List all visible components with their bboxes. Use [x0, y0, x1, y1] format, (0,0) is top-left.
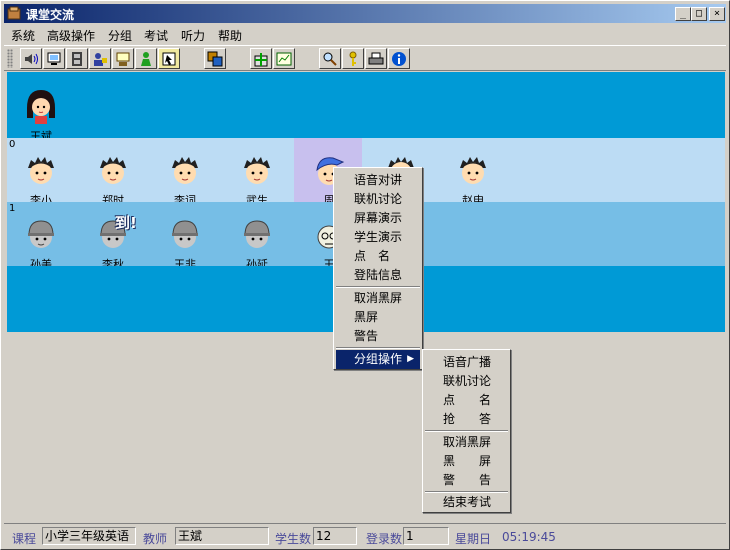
- sub-warning[interactable]: 警 告: [443, 471, 491, 490]
- menu-bar: 系统 高级操作 分组 考试 听力 帮助: [4, 24, 726, 44]
- course-field: 小学三年级英语: [42, 527, 136, 545]
- student-card[interactable]: 李小: [11, 152, 71, 208]
- offline-student-icon: [172, 220, 198, 248]
- teacher-avatar[interactable]: 王斌: [11, 88, 71, 144]
- app-icon: [7, 6, 21, 20]
- menu-help[interactable]: 帮助: [218, 27, 242, 44]
- menu-exam[interactable]: 考试: [144, 27, 168, 44]
- sub-blackscreen[interactable]: 黑 屏: [443, 452, 491, 471]
- boy-avatar-icon: [244, 157, 270, 184]
- minimize-button[interactable]: _: [675, 7, 691, 21]
- title-bar[interactable]: 课堂交流 _ □ ×: [4, 4, 726, 23]
- main-window: 课堂交流 _ □ × 系统 高级操作 分组 考试 听力 帮助 王斌 0 李小 郑…: [0, 0, 730, 550]
- group-0-label: 0: [9, 139, 16, 150]
- group-submenu: 语音广播 联机讨论 点 名 抢 答 取消黑屏 黑 屏 警 告 结束考试: [422, 349, 511, 513]
- group-1-label: 1: [9, 203, 16, 214]
- person-icon[interactable]: [135, 48, 157, 69]
- arrived-badge: 到!: [115, 214, 137, 232]
- student-count-label: 学生数: [275, 532, 312, 546]
- student-card-offline[interactable]: 到! 李秋: [83, 214, 143, 272]
- student-card[interactable]: 武生: [227, 152, 287, 208]
- info-icon[interactable]: [388, 48, 410, 69]
- ctx-screen-demo[interactable]: 屏幕演示: [354, 209, 402, 228]
- ctx-warning[interactable]: 警告: [354, 327, 378, 346]
- speaker-icon[interactable]: [20, 48, 42, 69]
- sub-online-discussion[interactable]: 联机讨论: [443, 372, 491, 391]
- status-bar: 课程 小学三年级英语 教师 王斌 学生数 12 登录数 1 星期日 05:19:…: [4, 523, 726, 547]
- search-icon[interactable]: [319, 48, 341, 69]
- sub-end-exam[interactable]: 结束考试: [443, 493, 491, 512]
- ctx-cancel-blackscreen[interactable]: 取消黑屏: [354, 289, 402, 308]
- student-card[interactable]: 赵申: [443, 152, 503, 208]
- copy-icon[interactable]: [204, 48, 226, 69]
- student-count-field: 12: [313, 527, 357, 545]
- student-card[interactable]: 郑时: [83, 152, 143, 208]
- maximize-button[interactable]: □: [691, 7, 707, 21]
- sub-quick-answer[interactable]: 抢 答: [443, 410, 491, 429]
- ctx-blackscreen[interactable]: 黑屏: [354, 308, 378, 327]
- print-icon[interactable]: [365, 48, 387, 69]
- ctx-online-discussion[interactable]: 联机讨论: [354, 190, 402, 209]
- screen-select-icon[interactable]: [158, 48, 180, 69]
- sub-separator: [425, 430, 508, 432]
- sub-cancel-blackscreen[interactable]: 取消黑屏: [443, 433, 491, 452]
- chart-icon[interactable]: [273, 48, 295, 69]
- ctx-group-ops[interactable]: 分组操作 ▶: [336, 350, 420, 369]
- ctx-separator: [336, 286, 420, 288]
- ctx-student-demo[interactable]: 学生演示: [354, 228, 402, 247]
- projector-icon[interactable]: [112, 48, 134, 69]
- student-card[interactable]: 李词: [155, 152, 215, 208]
- course-label: 课程: [12, 532, 37, 546]
- boy-avatar-icon: [460, 157, 486, 184]
- ctx-group-ops-label: 分组操作: [354, 352, 403, 366]
- menu-group[interactable]: 分组: [108, 27, 132, 44]
- boy-avatar-icon: [172, 157, 198, 184]
- key-icon[interactable]: [342, 48, 364, 69]
- teacher-face-icon: [27, 90, 55, 124]
- login-count-field: 1: [403, 527, 449, 545]
- teacher-field: 王斌: [175, 527, 269, 545]
- gift-icon[interactable]: [250, 48, 272, 69]
- teacher-band: 王斌: [7, 72, 725, 143]
- weekday-label: 星期日: [455, 532, 492, 546]
- sub-voice-broadcast[interactable]: 语音广播: [443, 353, 491, 372]
- teacher-label: 教师: [143, 532, 168, 546]
- offline-student-icon: [244, 220, 270, 248]
- student-card-offline[interactable]: 孙美: [11, 216, 71, 272]
- menu-advanced[interactable]: 高级操作: [47, 27, 95, 44]
- toolbar-grip[interactable]: [7, 49, 13, 68]
- student-card-offline[interactable]: 孙延: [227, 216, 287, 272]
- toolbar: [4, 45, 726, 71]
- ctx-roll-call[interactable]: 点 名: [354, 247, 390, 266]
- boy-avatar-icon: [100, 157, 126, 184]
- window-title: 课堂交流: [26, 8, 75, 22]
- student-icon[interactable]: [89, 48, 111, 69]
- submenu-arrow-icon: ▶: [407, 354, 414, 364]
- film-icon[interactable]: [66, 48, 88, 69]
- offline-student-icon: [28, 220, 54, 248]
- monitor-icon[interactable]: [43, 48, 65, 69]
- close-button[interactable]: ×: [709, 7, 725, 21]
- student-card-offline[interactable]: 王非: [155, 216, 215, 272]
- menu-system[interactable]: 系统: [11, 27, 35, 44]
- clock-label: 05:19:45: [502, 530, 556, 544]
- login-count-label: 登录数: [366, 532, 403, 546]
- menu-listening[interactable]: 听力: [181, 27, 205, 44]
- ctx-login-info[interactable]: 登陆信息: [354, 266, 402, 285]
- ctx-separator: [336, 347, 420, 349]
- ctx-voice-talk[interactable]: 语音对讲: [354, 171, 402, 190]
- sub-roll-call[interactable]: 点 名: [443, 391, 491, 410]
- boy-avatar-icon: [28, 157, 54, 184]
- context-menu: 语音对讲 联机讨论 屏幕演示 学生演示 点 名 登陆信息 取消黑屏 黑屏 警告 …: [333, 167, 423, 370]
